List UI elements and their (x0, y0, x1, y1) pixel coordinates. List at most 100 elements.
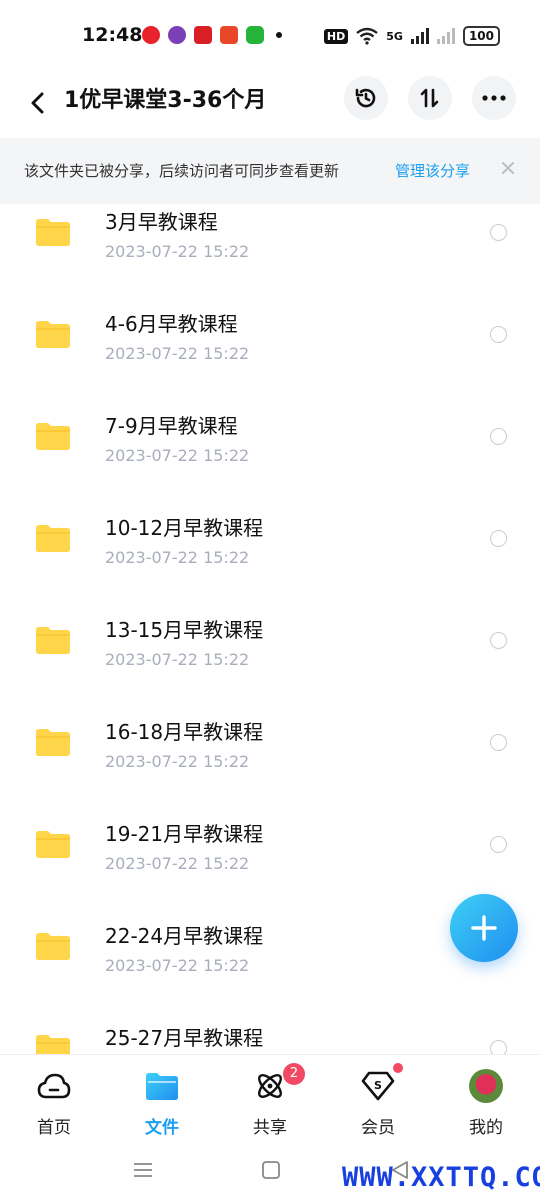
select-radio[interactable] (490, 530, 507, 547)
svg-text:S: S (374, 1079, 382, 1092)
file-date: 2023-07-22 15:22 (105, 752, 250, 771)
member-dot (393, 1063, 403, 1073)
folder-icon (36, 1035, 70, 1054)
list-item[interactable]: 19-21月早教课程 2023-07-22 15:22 (0, 800, 540, 902)
news-app-icon (194, 26, 212, 44)
select-radio[interactable] (490, 1040, 507, 1054)
history-button[interactable] (344, 76, 388, 120)
manage-share-link[interactable]: 管理该分享 (395, 160, 470, 181)
select-radio[interactable] (490, 734, 507, 751)
cloud-icon (37, 1069, 71, 1103)
header: 1优早课堂3-36个月 (0, 72, 540, 138)
chat-app-icon (168, 26, 186, 44)
file-date: 2023-07-22 15:22 (105, 344, 250, 363)
page-title: 1优早课堂3-36个月 (64, 88, 267, 113)
more-notifications-icon (276, 32, 282, 38)
video-app-icon (142, 26, 160, 44)
phone-app-icon (246, 26, 264, 44)
select-radio[interactable] (490, 224, 507, 241)
folder-icon (36, 933, 70, 960)
file-date: 2023-07-22 15:22 (105, 242, 250, 261)
share-banner: 该文件夹已被分享，后续访问者可同步查看更新 管理该分享 (0, 138, 540, 204)
file-date: 2023-07-22 15:22 (105, 650, 250, 669)
list-item[interactable]: 4-6月早教课程 2023-07-22 15:22 (0, 290, 540, 392)
file-name: 25-27月早教课程 (105, 1026, 264, 1050)
file-date: 2023-07-22 15:22 (105, 854, 250, 873)
nav-label: 文件 (145, 1118, 179, 1138)
back-button[interactable] (22, 86, 52, 120)
folder-icon (36, 627, 70, 654)
folder-icon (36, 729, 70, 756)
status-bar: 12:48 HD 5G 100 (0, 0, 540, 72)
more-horizontal-icon (482, 95, 506, 101)
plus-icon (471, 915, 497, 941)
file-name: 13-15月早教课程 (105, 618, 264, 642)
share-banner-text: 该文件夹已被分享，后续访问者可同步查看更新 (24, 162, 340, 180)
hd-icon: HD (323, 28, 349, 44)
battery-icon: 100 (462, 26, 500, 46)
notification-icons (142, 26, 282, 44)
file-name: 10-12月早教课程 (105, 516, 264, 540)
close-icon (502, 162, 514, 174)
signal-icon (410, 28, 429, 44)
home-button[interactable] (259, 1158, 283, 1182)
folder-icon (36, 831, 70, 858)
file-date: 2023-07-22 15:22 (105, 956, 250, 975)
history-icon (355, 88, 376, 108)
nav-item-home[interactable]: 首页 (0, 1055, 108, 1141)
nav-label: 会员 (361, 1118, 395, 1138)
list-item[interactable]: 3月早教课程 2023-07-22 15:22 (0, 204, 540, 290)
system-icons: HD 5G 100 (323, 26, 500, 46)
list-item[interactable]: 25-27月早教课程 (0, 1004, 540, 1054)
nav-item-share[interactable]: 2 共享 (216, 1055, 324, 1141)
file-name: 4-6月早教课程 (105, 312, 238, 336)
list-item[interactable]: 10-12月早教课程 2023-07-22 15:22 (0, 494, 540, 596)
square-icon (262, 1161, 280, 1179)
status-time: 12:48 (82, 24, 143, 46)
shop-app-icon (220, 26, 238, 44)
file-name: 19-21月早教课程 (105, 822, 264, 846)
file-date: 2023-07-22 15:22 (105, 446, 250, 465)
close-banner-button[interactable] (498, 158, 518, 178)
more-button[interactable] (472, 76, 516, 120)
select-radio[interactable] (490, 836, 507, 853)
folder-icon (145, 1069, 179, 1103)
file-name: 16-18月早教课程 (105, 720, 264, 744)
file-date: 2023-07-22 15:22 (105, 548, 250, 567)
list-item[interactable]: 16-18月早教课程 2023-07-22 15:22 (0, 698, 540, 800)
menu-button[interactable] (131, 1158, 155, 1182)
atom-icon (253, 1069, 287, 1103)
file-name: 3月早教课程 (105, 210, 218, 234)
bottom-nav: 首页 文件 2 共享 S 会员 我的 (0, 1054, 540, 1140)
signal-2-icon (436, 28, 455, 44)
sort-icon (420, 88, 439, 108)
list-item[interactable]: 7-9月早教课程 2023-07-22 15:22 (0, 392, 540, 494)
folder-icon (36, 423, 70, 450)
add-button[interactable] (450, 894, 518, 962)
file-name: 22-24月早教课程 (105, 924, 264, 948)
menu-icon (134, 1163, 152, 1177)
nav-item-member[interactable]: S 会员 (324, 1055, 432, 1141)
nav-label: 我的 (469, 1118, 503, 1138)
sort-button[interactable] (408, 76, 452, 120)
avatar-image (469, 1069, 503, 1103)
chevron-left-icon (31, 92, 44, 114)
select-radio[interactable] (490, 428, 507, 445)
nav-item-files[interactable]: 文件 (108, 1055, 216, 1141)
network-type: 5G (386, 29, 403, 43)
file-name: 7-9月早教课程 (105, 414, 238, 438)
wifi-icon (356, 27, 378, 45)
nav-label: 首页 (37, 1118, 71, 1138)
watermark: WWW.XXTTQ.COM (342, 1162, 540, 1193)
list-item[interactable]: 13-15月早教课程 2023-07-22 15:22 (0, 596, 540, 698)
select-radio[interactable] (490, 326, 507, 343)
share-badge: 2 (283, 1063, 305, 1085)
nav-label: 共享 (253, 1118, 287, 1138)
folder-icon (36, 219, 70, 246)
avatar (469, 1069, 503, 1103)
folder-icon (36, 321, 70, 348)
diamond-icon: S (361, 1069, 395, 1103)
folder-icon (36, 525, 70, 552)
nav-item-me[interactable]: 我的 (432, 1055, 540, 1141)
select-radio[interactable] (490, 632, 507, 649)
